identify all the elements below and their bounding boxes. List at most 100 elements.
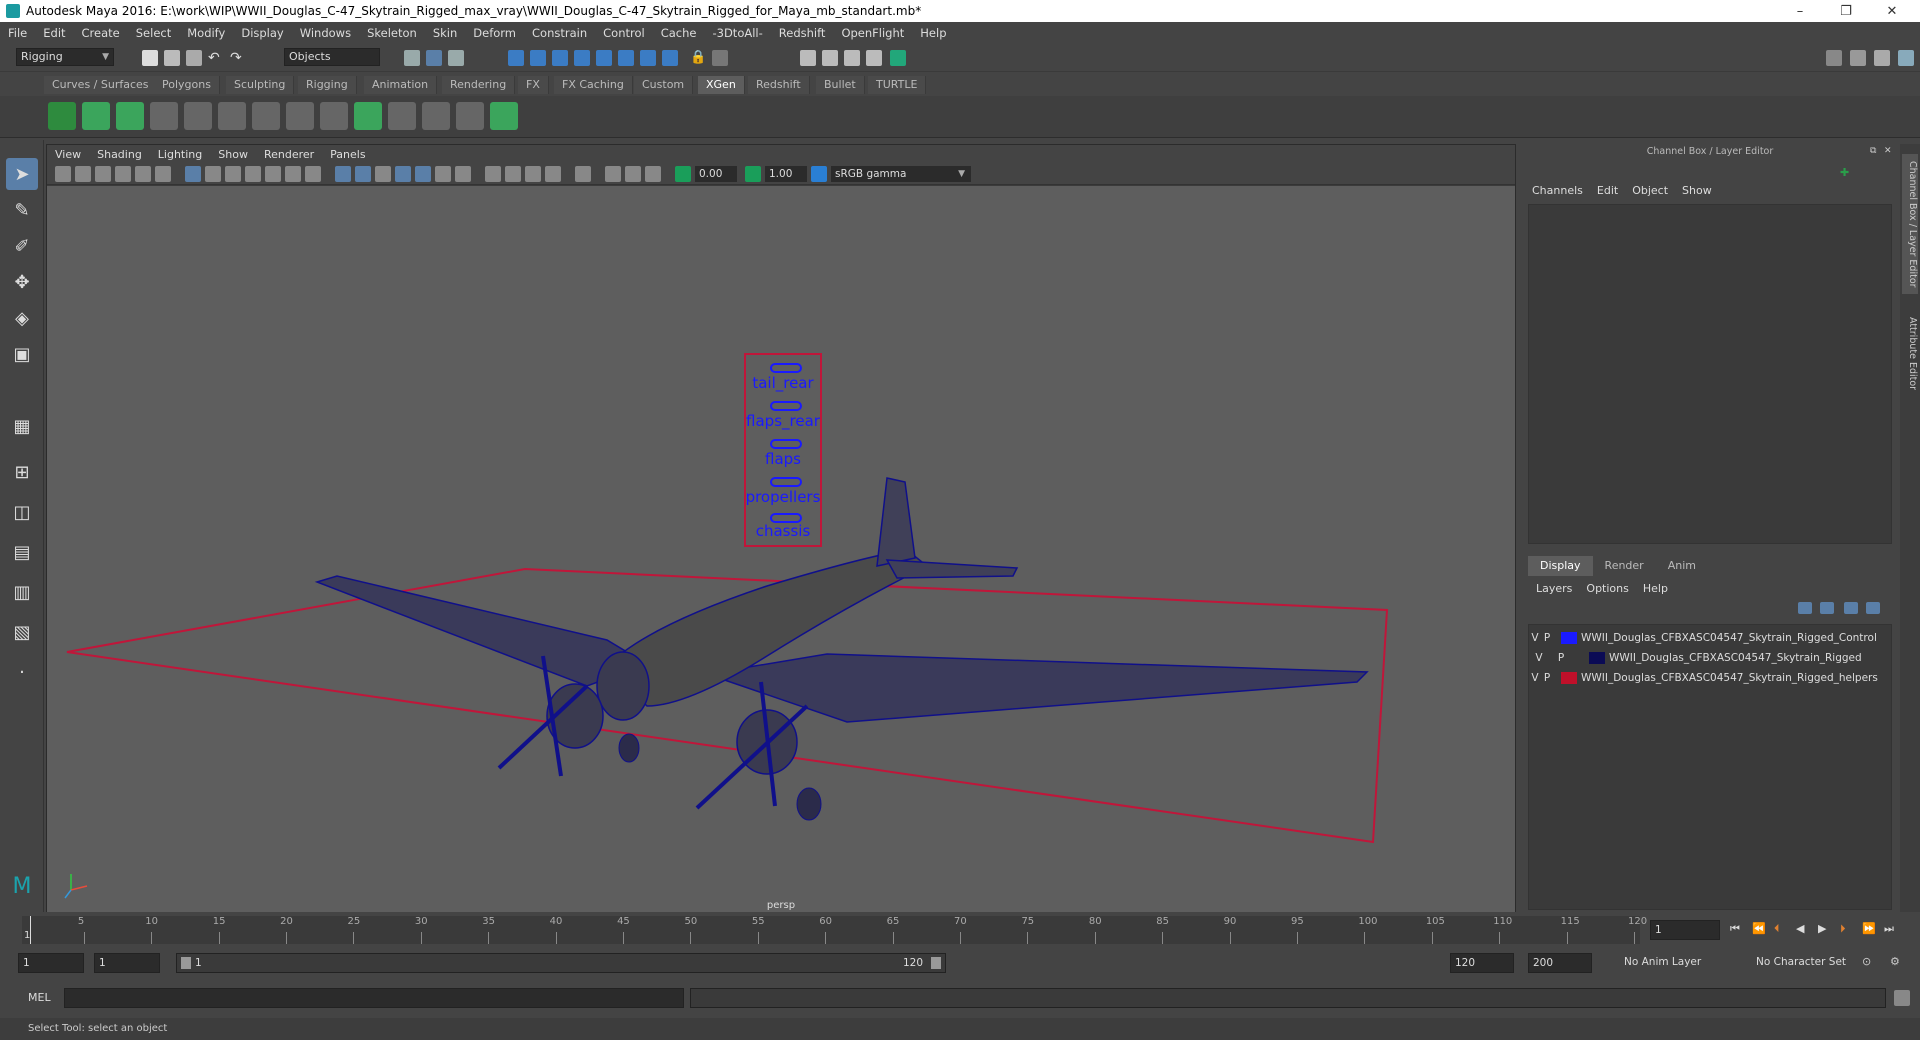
- two-d-pan-icon[interactable]: [135, 166, 151, 182]
- image-plane-icon[interactable]: [115, 166, 131, 182]
- xgen-grass-icon[interactable]: [422, 102, 450, 130]
- vp-menu-renderer[interactable]: Renderer: [256, 148, 322, 161]
- menu-skin[interactable]: Skin: [425, 26, 465, 40]
- command-input[interactable]: [64, 988, 684, 1008]
- symmetry-icon[interactable]: [662, 50, 678, 66]
- side-by-side-layout-icon[interactable]: ◫: [6, 496, 38, 528]
- input-output-icon[interactable]: [712, 50, 728, 66]
- layer-visibility[interactable]: V: [1533, 652, 1545, 664]
- motion-blur-icon[interactable]: [505, 166, 521, 182]
- scale-tool-icon[interactable]: ▣: [6, 338, 38, 370]
- play-backwards-icon[interactable]: ◀: [1796, 922, 1812, 938]
- xgen-visibility-icon[interactable]: [82, 102, 110, 130]
- menu-3dtoall[interactable]: -3DtoAll-: [704, 26, 770, 40]
- lock-icon[interactable]: 🔒: [690, 50, 706, 66]
- snap-view-plane-icon[interactable]: [574, 50, 590, 66]
- menu-constrain[interactable]: Constrain: [524, 26, 595, 40]
- xgen-editor-icon[interactable]: [48, 102, 76, 130]
- vp-menu-lighting[interactable]: Lighting: [150, 148, 210, 161]
- render-settings-icon[interactable]: [866, 50, 882, 66]
- cb-menu-channels[interactable]: Channels: [1532, 184, 1583, 197]
- default-material-icon[interactable]: [375, 166, 391, 182]
- snap-pivot-icon[interactable]: [618, 50, 634, 66]
- view-transform-dropdown[interactable]: sRGB gamma ▼: [831, 166, 971, 182]
- xgen-guide-length-icon[interactable]: [320, 102, 348, 130]
- layer-name[interactable]: WWII_Douglas_CFBXASC04547_Skytrain_Rigge…: [1581, 632, 1877, 644]
- control-label-chassis[interactable]: chassis: [756, 522, 811, 540]
- menu-edit[interactable]: Edit: [35, 26, 73, 40]
- tab-display[interactable]: Display: [1528, 556, 1593, 576]
- range-end-handle[interactable]: [931, 957, 941, 969]
- xgen-sculpt-guide-icon[interactable]: [252, 102, 280, 130]
- undo-icon[interactable]: ↶: [208, 50, 224, 66]
- layer-row[interactable]: V P WWII_Douglas_CFBXASC04547_Skytrain_R…: [1529, 629, 1891, 647]
- color-management-icon[interactable]: [811, 166, 827, 182]
- animation-end-field[interactable]: 200: [1528, 953, 1592, 973]
- hypershade-icon[interactable]: [890, 50, 906, 66]
- move-layer-down-icon[interactable]: [1820, 602, 1834, 614]
- playback-start-field[interactable]: 1: [94, 953, 160, 973]
- shelf-tab-curves-surfaces[interactable]: Curves / Surfaces: [44, 76, 158, 94]
- layer-playback[interactable]: P: [1541, 632, 1553, 644]
- open-scene-icon[interactable]: [164, 50, 180, 66]
- save-scene-icon[interactable]: [186, 50, 202, 66]
- minimize-button[interactable]: –: [1780, 0, 1820, 22]
- le-menu-layers[interactable]: Layers: [1536, 582, 1572, 595]
- aircraft-model[interactable]: [314, 477, 1369, 821]
- gate-mask-icon[interactable]: [245, 166, 261, 182]
- xgen-add-guide-icon[interactable]: [150, 102, 178, 130]
- snap-grid-icon[interactable]: [508, 50, 524, 66]
- xray-active-components-icon[interactable]: [625, 166, 641, 182]
- menu-create[interactable]: Create: [74, 26, 128, 40]
- snap-curve-icon[interactable]: [530, 50, 546, 66]
- render-view-icon[interactable]: [800, 50, 816, 66]
- menu-display[interactable]: Display: [233, 26, 291, 40]
- xgen-place-guide-icon[interactable]: [218, 102, 246, 130]
- snap-surface-icon[interactable]: [596, 50, 612, 66]
- field-chart-icon[interactable]: [265, 166, 281, 182]
- play-forwards-icon[interactable]: ▶: [1818, 922, 1834, 938]
- grease-pencil-icon[interactable]: [155, 166, 171, 182]
- layer-row[interactable]: V P WWII_Douglas_CFBXASC04547_Skytrain_R…: [1529, 669, 1891, 687]
- current-time-field[interactable]: 1: [1650, 920, 1720, 940]
- go-to-end-icon[interactable]: ⏭: [1884, 922, 1900, 938]
- safe-title-icon[interactable]: [305, 166, 321, 182]
- close-button[interactable]: ✕: [1872, 0, 1912, 22]
- shelf-tab-bullet[interactable]: Bullet: [816, 76, 865, 94]
- time-slider-track[interactable]: 1 5 10 15 20 25 30 35 40 45 50 55 60 65 70 75 80 85 90 95 1…: [22, 916, 1647, 944]
- anim-layer-dropdown[interactable]: No Anim Layer: [1620, 953, 1740, 973]
- range-start-handle[interactable]: [181, 957, 191, 969]
- menu-cache[interactable]: Cache: [653, 26, 705, 40]
- move-tool-icon[interactable]: ✥: [6, 266, 38, 298]
- go-to-start-icon[interactable]: ⏮: [1730, 922, 1746, 938]
- layer-color-swatch[interactable]: [1561, 672, 1577, 684]
- vp-menu-panels[interactable]: Panels: [322, 148, 373, 161]
- select-hierarchy-icon[interactable]: [404, 50, 420, 66]
- menuset-dropdown[interactable]: Rigging ▼: [16, 48, 114, 66]
- control-label-flaps[interactable]: flaps: [765, 450, 801, 468]
- menu-help[interactable]: Help: [912, 26, 954, 40]
- use-all-lights-icon[interactable]: [435, 166, 451, 182]
- screen-space-ao-icon[interactable]: [485, 166, 501, 182]
- wireframe-icon[interactable]: [335, 166, 351, 182]
- playback-end-field[interactable]: 120: [1450, 953, 1514, 973]
- xgen-move-guide-icon[interactable]: [184, 102, 212, 130]
- cb-menu-show[interactable]: Show: [1682, 184, 1712, 197]
- animation-start-field[interactable]: 1: [18, 953, 84, 973]
- bookmark-icon[interactable]: [95, 166, 111, 182]
- redo-icon[interactable]: ↷: [230, 50, 246, 66]
- menu-skeleton[interactable]: Skeleton: [359, 26, 425, 40]
- shelf-tab-xgen[interactable]: XGen: [698, 76, 745, 94]
- smooth-shade-icon[interactable]: [355, 166, 371, 182]
- animation-preferences-icon[interactable]: ⚙: [1890, 955, 1906, 971]
- menu-redshift[interactable]: Redshift: [771, 26, 834, 40]
- backface-culling-icon[interactable]: [645, 166, 661, 182]
- step-forward-frame-icon[interactable]: ⏵: [1840, 922, 1856, 938]
- tab-anim[interactable]: Anim: [1656, 556, 1708, 576]
- channel-list[interactable]: [1528, 204, 1892, 544]
- xgen-bend-icon[interactable]: [456, 102, 484, 130]
- step-back-key-icon[interactable]: ⏪: [1752, 922, 1768, 938]
- range-slider[interactable]: 1 120: [176, 953, 946, 973]
- snap-point-icon[interactable]: [552, 50, 568, 66]
- gamma-field[interactable]: 1.00: [765, 166, 807, 182]
